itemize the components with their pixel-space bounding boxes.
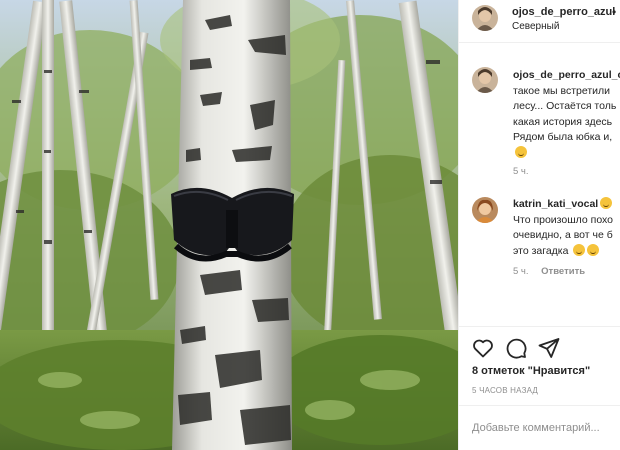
post-header: ojos_de_perro_azul • Северный: [459, 0, 620, 43]
laughing-emoji-icon: [573, 243, 586, 256]
laughing-emoji-icon: [587, 243, 600, 256]
separator-dot: •: [612, 5, 617, 19]
comment-line: лесу... Остаётся толь: [513, 100, 617, 112]
comment-time[interactable]: 5 ч.: [513, 266, 529, 277]
comment-avatar[interactable]: [472, 197, 498, 223]
comment-line: это загадка: [513, 244, 569, 257]
post-side-panel: ojos_de_perro_azul • Северный ojos_de_pe…: [458, 0, 620, 450]
likes-count[interactable]: 8 отметок "Нравится": [472, 365, 590, 377]
share-icon: [538, 338, 560, 358]
laughing-emoji-icon: [515, 145, 527, 158]
author-avatar[interactable]: [472, 5, 498, 31]
post-timestamp[interactable]: 5 ЧАСОВ НАЗАД: [472, 386, 538, 395]
comment-line: какая история здесь: [513, 115, 613, 128]
share-button[interactable]: [537, 336, 561, 360]
post-actions: 8 отметок "Нравится" 5 ЧАСОВ НАЗАД: [459, 326, 620, 401]
comment-icon: [506, 338, 527, 359]
forest-photo: [0, 0, 458, 450]
comment-text: ojos_de_perro_azul_c такое мы встретили …: [513, 68, 620, 161]
add-comment-input[interactable]: [472, 416, 620, 440]
comment-username[interactable]: ojos_de_perro_azul_c: [513, 69, 620, 81]
comment-meta: 5 ч.: [513, 166, 529, 177]
comment-text: katrin_kati_vocal Что произошло похо оче…: [513, 197, 613, 259]
heart-icon: [473, 339, 493, 358]
like-button[interactable]: [471, 336, 495, 360]
comment-time[interactable]: 5 ч.: [513, 166, 529, 177]
comment-username[interactable]: katrin_kati_vocal: [513, 198, 598, 210]
post-location[interactable]: Северный: [512, 21, 559, 32]
comment-line: Рядом была юбка и,: [513, 131, 613, 143]
add-comment-area: [459, 405, 620, 450]
comment-line: Что произошло похо: [513, 213, 614, 226]
comment-button[interactable]: [504, 336, 528, 360]
comment-line: такое мы встретили: [513, 84, 611, 97]
reply-button[interactable]: Ответить: [541, 266, 585, 277]
author-username[interactable]: ojos_de_perro_azul: [512, 6, 615, 18]
laughing-emoji-icon: [600, 197, 613, 209]
comment-meta: 5 ч. Ответить: [513, 266, 585, 277]
post-photo[interactable]: [0, 0, 458, 450]
comment-line: очевидно, а вот че б: [513, 229, 613, 241]
comments-list: ojos_de_perro_azul_c такое мы встретили …: [459, 44, 620, 324]
bra-object: [171, 187, 294, 262]
comment-avatar[interactable]: [472, 67, 498, 93]
